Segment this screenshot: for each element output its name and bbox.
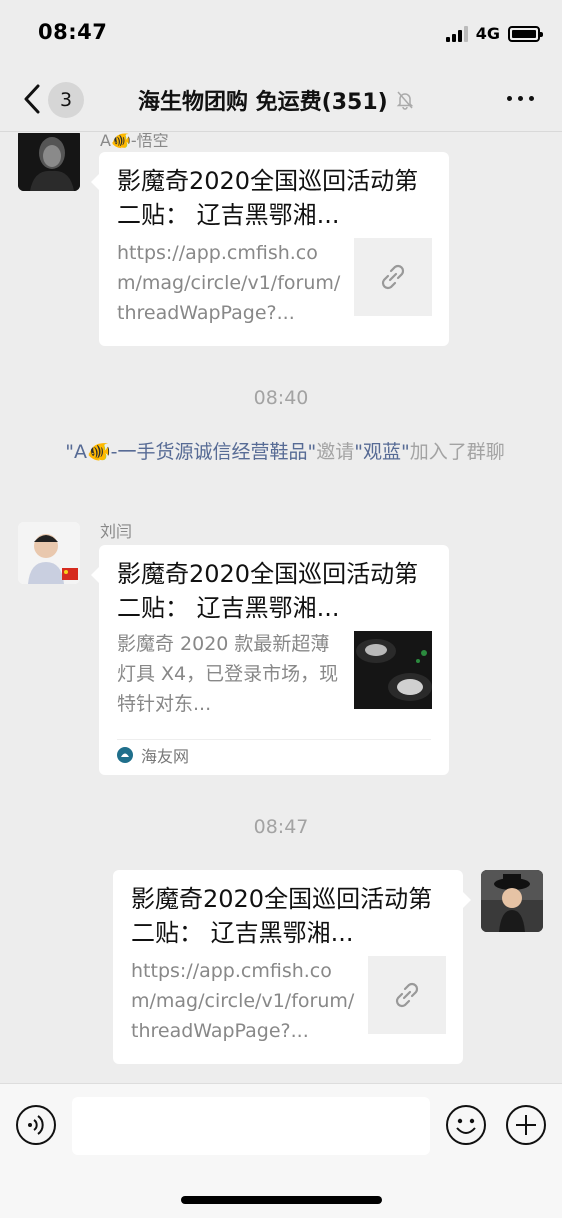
chat-header: 3 海生物团购 免运费(351) — [0, 66, 562, 132]
link-icon — [354, 238, 432, 316]
battery-icon — [508, 25, 543, 42]
system-suffix: 加入了群聊 — [409, 441, 505, 463]
avatar[interactable] — [18, 522, 80, 584]
chat-title: 海生物团购 免运费(351) — [138, 84, 414, 116]
signal-icon — [445, 25, 468, 42]
card-title: 影魔奇2020全国巡回活动第二贴： 辽吉黑鄂湘... — [117, 167, 419, 229]
message-list[interactable]: A🐠-悟空 影魔奇2020全国巡回活动第二贴： 辽吉黑鄂湘... https:/… — [0, 133, 562, 1083]
chat-title-text: 海生物团购 免运费(351) — [138, 90, 388, 115]
message-input[interactable] — [72, 1097, 430, 1155]
haiyou-logo-icon — [117, 747, 133, 763]
network-type: 4G — [475, 24, 500, 43]
more-dots-icon[interactable] — [507, 96, 534, 101]
system-verb: 邀请 — [316, 441, 355, 463]
status-indicators: 4G — [445, 24, 543, 43]
voice-icon[interactable] — [15, 1104, 57, 1146]
card-summary: 影魔奇 2020 款最新超薄灯具 X4，已登录市场，现特针对东... — [117, 633, 339, 715]
sender-name: A🐠-悟空 — [100, 133, 169, 150]
sender-name: 刘闫 — [100, 522, 133, 541]
invitee-name[interactable]: "观蓝" — [354, 441, 409, 463]
divider — [117, 739, 431, 740]
avatar[interactable] — [481, 870, 543, 932]
status-bar: 08:47 4G — [0, 0, 562, 66]
link-card[interactable]: 影魔奇2020全国巡回活动第二贴： 辽吉黑鄂湘... https://app.c… — [113, 870, 471, 1064]
card-title: 影魔奇2020全国巡回活动第二贴： 辽吉黑鄂湘... — [117, 560, 419, 622]
unread-count-badge[interactable]: 3 — [48, 82, 84, 118]
avatar[interactable] — [18, 133, 80, 191]
source-name: 海友网 — [141, 747, 190, 766]
card-url: https://app.cmfish.com/mag/circle/v1/for… — [117, 242, 341, 324]
product-image — [354, 631, 432, 709]
status-time: 08:47 — [38, 20, 108, 44]
smiley-icon[interactable] — [445, 1104, 487, 1146]
link-card[interactable]: 影魔奇2020全国巡回活动第二贴： 辽吉黑鄂湘... https://app.c… — [91, 152, 449, 346]
timestamp: 08:40 — [253, 387, 309, 409]
article-card[interactable]: 影魔奇2020全国巡回活动第二贴： 辽吉黑鄂湘... 影魔奇 2020 款最新超… — [91, 545, 449, 775]
inviter-name[interactable]: "A🐠-一手货源诚信经营鞋品" — [65, 441, 316, 463]
bell-slash-icon — [396, 91, 414, 110]
card-url: https://app.cmfish.com/mag/circle/v1/for… — [131, 960, 355, 1042]
link-icon — [368, 956, 446, 1034]
timestamp: 08:47 — [253, 816, 309, 838]
card-source: 海友网 — [117, 743, 189, 767]
home-indicator[interactable] — [181, 1196, 382, 1204]
chevron-left-icon[interactable] — [22, 83, 42, 115]
system-message: "A🐠-一手货源诚信经营鞋品"邀请"观蓝"加入了群聊 — [50, 437, 520, 467]
card-title: 影魔奇2020全国巡回活动第二贴： 辽吉黑鄂湘... — [131, 885, 433, 947]
plus-icon[interactable] — [505, 1104, 547, 1146]
